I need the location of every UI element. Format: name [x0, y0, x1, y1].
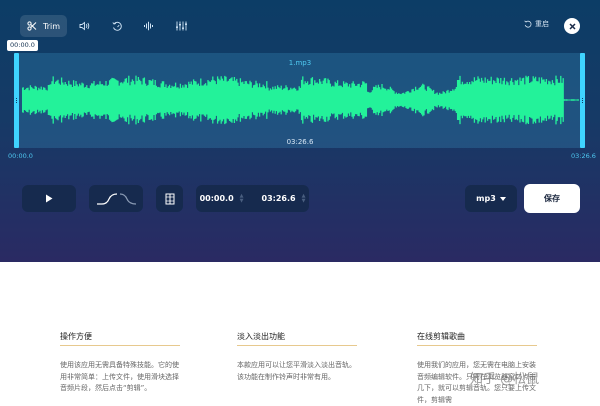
reset-icon [524, 20, 532, 28]
file-name: 1.mp3 [288, 59, 312, 67]
equalizer-tool-button[interactable] [135, 15, 163, 37]
feature-body: 本款应用可以让您平滑淡入淡出音轨。该功能在制作铃声时非常有用。 [237, 361, 356, 381]
selection-duration: 03:26.6 [286, 138, 314, 146]
feature-title: 淡入淡出功能 [237, 332, 285, 341]
feature-divider [417, 345, 537, 346]
mixer-tool-button[interactable] [167, 15, 195, 37]
trim-tool-button[interactable]: Trim [20, 15, 68, 37]
format-value: mp3 [476, 194, 496, 203]
scissors-icon [27, 21, 37, 31]
close-icon [568, 22, 576, 30]
timeline-end-label: 03:26.6 [571, 152, 596, 160]
trim-start-handle[interactable] [14, 53, 19, 148]
audio-waveform [22, 75, 579, 125]
playhead-time-label: 00:00.0 [7, 40, 38, 51]
play-icon [46, 194, 53, 203]
feature-title: 在线剪辑歌曲 [417, 332, 465, 341]
start-time-input[interactable]: 00:00.0 [200, 194, 234, 203]
chevron-down-icon [499, 196, 506, 201]
toolbar: Trim [20, 14, 195, 38]
feature-easy-to-use: 操作方便 使用该应用无需具备特殊技能。它的使用非常简单：上传文件，使用滑块选择音… [60, 331, 180, 395]
audio-editor: Trim 重启 00:00.0 1.mp3 03:26.6 00:00.0 03… [0, 0, 600, 262]
feature-divider [60, 345, 180, 346]
trim-label: Trim [43, 21, 61, 31]
reset-label: 重启 [535, 20, 549, 28]
speed-tool-button[interactable] [103, 15, 131, 37]
feature-title: 操作方便 [60, 332, 92, 341]
speed-icon [111, 21, 122, 31]
close-button[interactable] [564, 18, 580, 34]
volume-icon [79, 21, 90, 31]
feature-divider [237, 345, 357, 346]
fade-out-icon [119, 192, 136, 205]
trim-end-handle[interactable] [580, 53, 585, 148]
fade-button[interactable] [89, 185, 143, 212]
format-select[interactable]: mp3 [465, 185, 517, 212]
save-button[interactable]: 保存 [524, 184, 580, 213]
end-time-input[interactable]: 03:26.6 [262, 194, 296, 203]
fade-in-icon [96, 192, 117, 205]
timeline-start-label: 00:00.0 [8, 152, 33, 160]
waveform-path [22, 75, 579, 125]
time-range: 00:00.0 ▲ ▼ 03:26.6 ▲ ▼ [196, 185, 309, 212]
sliders-icon [176, 21, 188, 31]
play-button[interactable] [22, 185, 76, 212]
split-button[interactable] [156, 185, 183, 212]
volume-tool-button[interactable] [71, 15, 99, 37]
feature-body: 使用该应用无需具备特殊技能。它的使用非常简单：上传文件，使用滑块选择音频片段，然… [60, 361, 179, 392]
waveform-icon [144, 21, 154, 31]
end-time-stepper[interactable]: ▲ ▼ [302, 193, 306, 204]
film-strip-icon [165, 193, 174, 204]
start-time-stepper[interactable]: ▲ ▼ [240, 193, 244, 204]
reset-button[interactable]: 重启 [524, 19, 549, 29]
watermark: 知乎 @松鼠 [470, 372, 540, 387]
feature-fade: 淡入淡出功能 本款应用可以让您平滑淡入淡出音轨。该功能在制作铃声时非常有用。 [237, 331, 357, 383]
